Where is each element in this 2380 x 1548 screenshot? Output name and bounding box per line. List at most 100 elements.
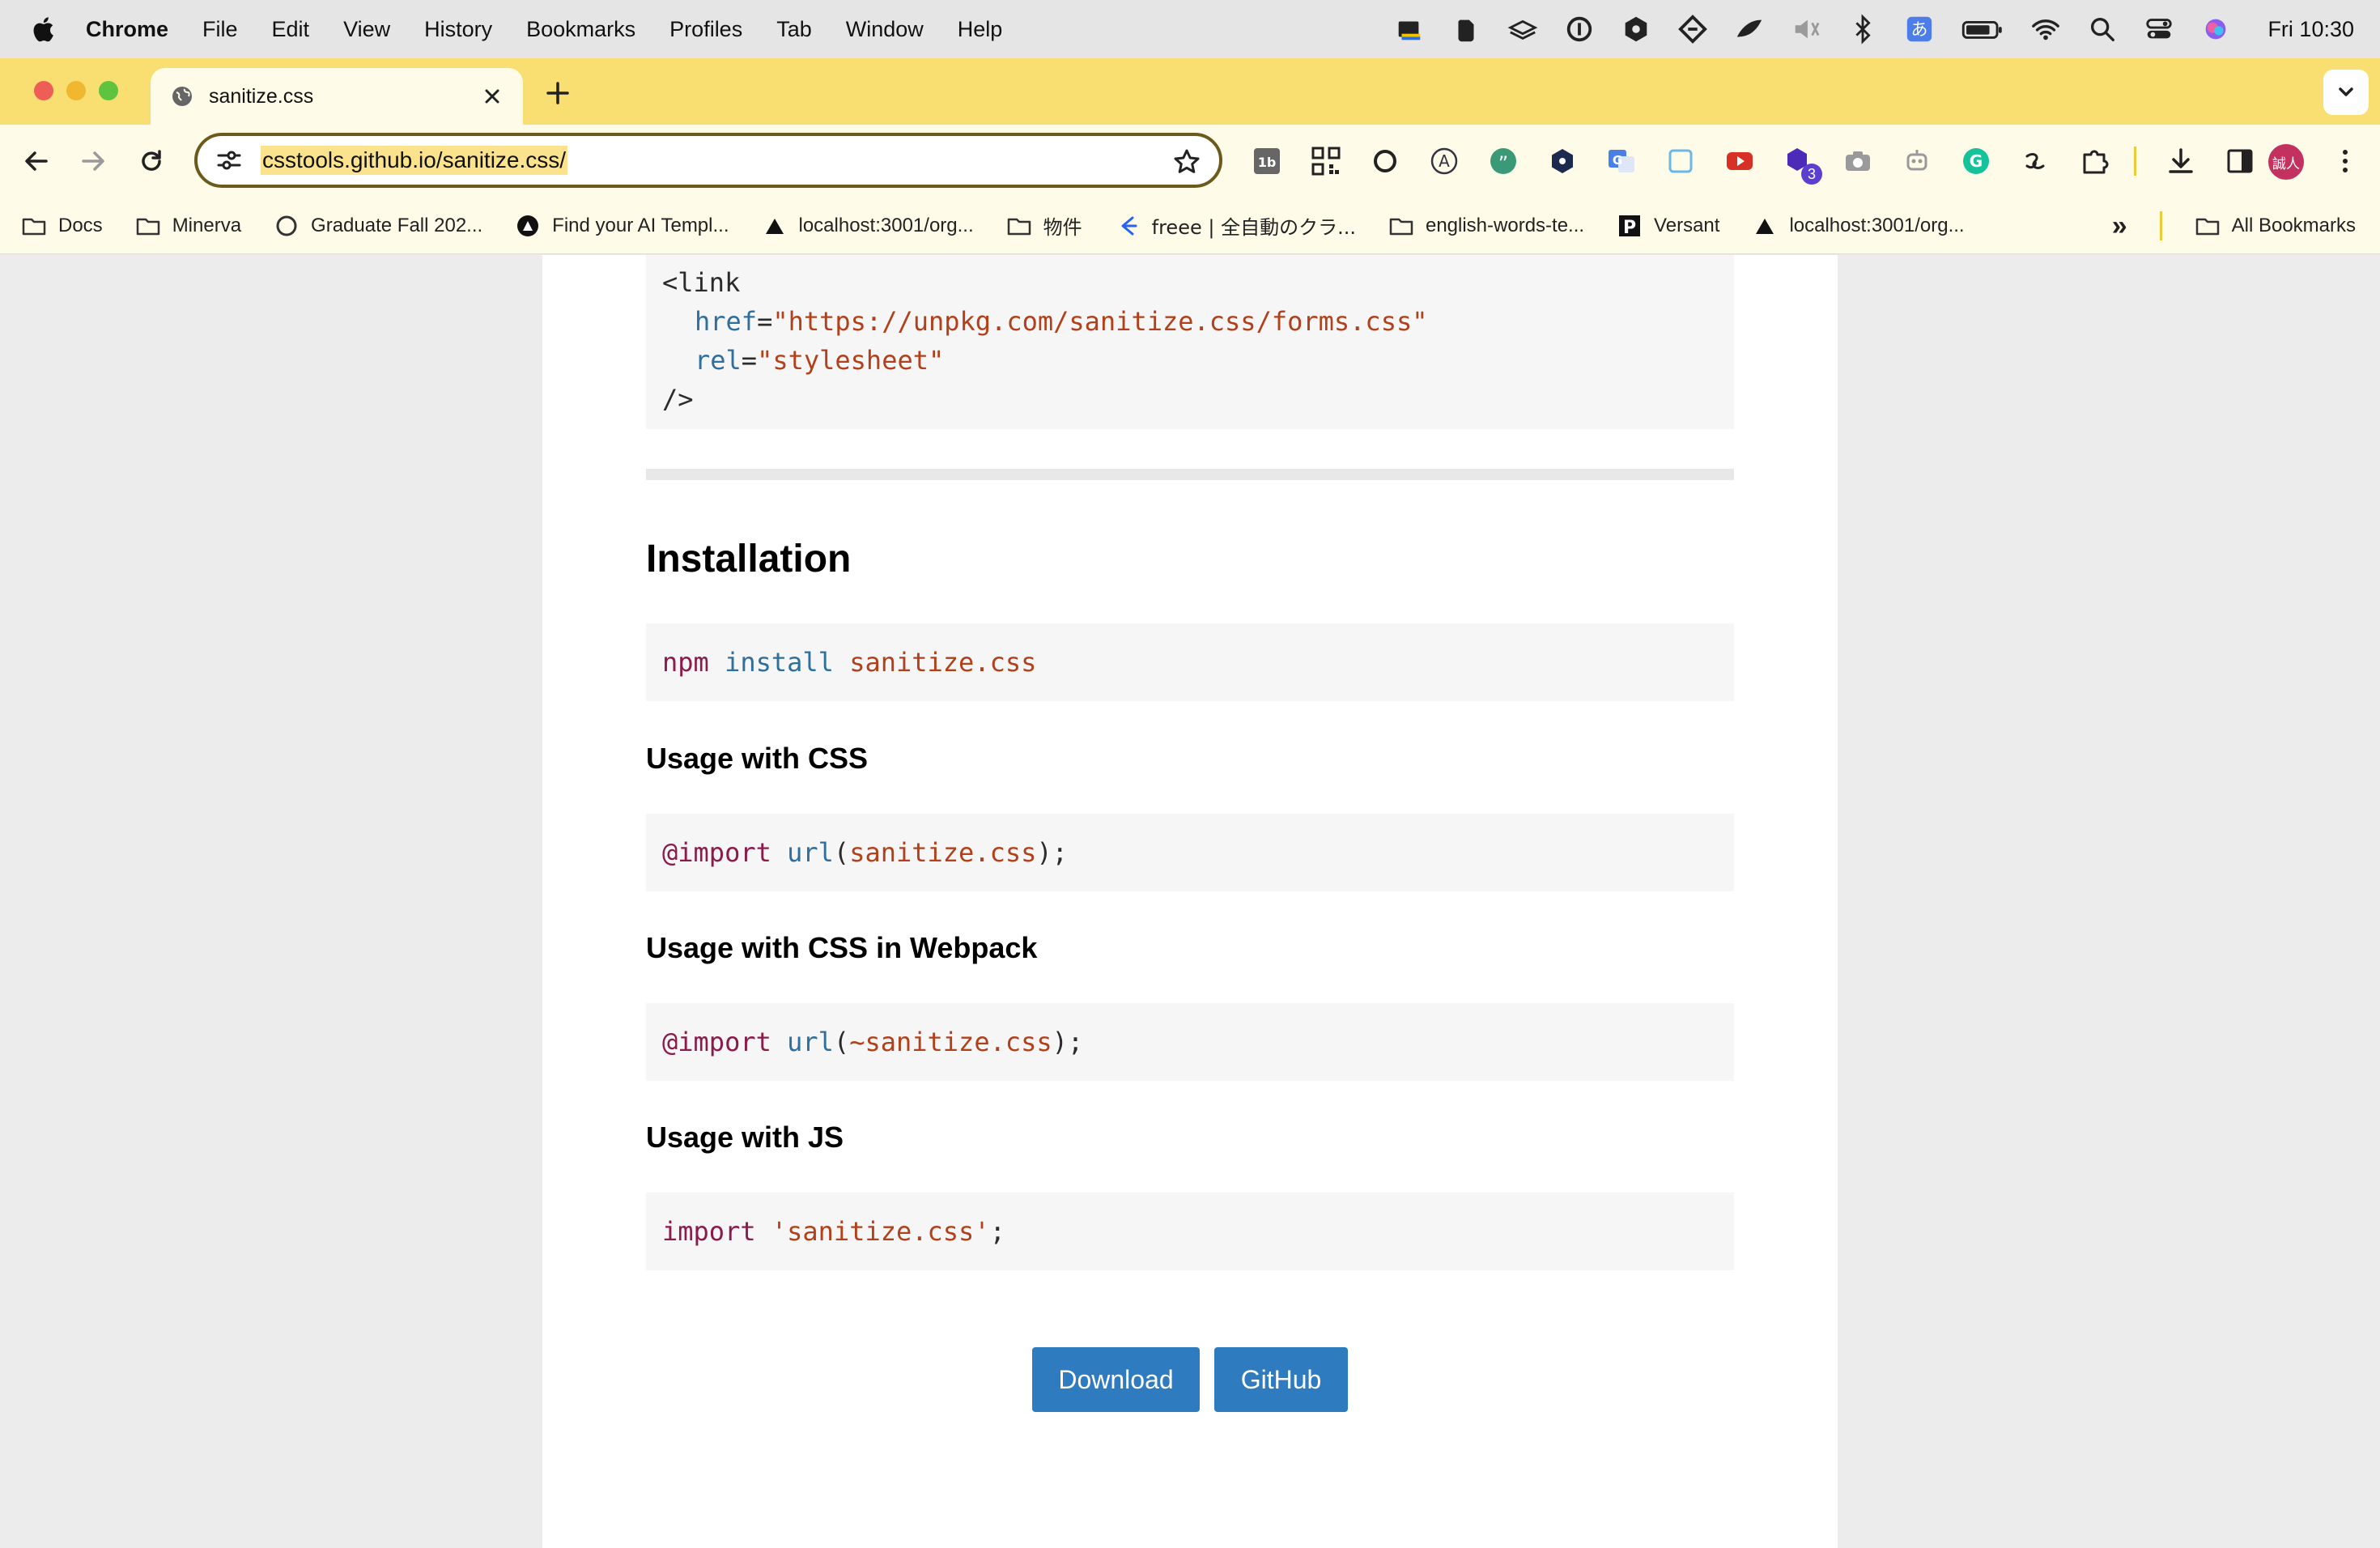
bookmark-english-words[interactable]: english-words-te... <box>1388 213 1584 239</box>
diamond-app-icon[interactable] <box>1677 13 1709 45</box>
code-token: url <box>787 837 834 868</box>
tab-active[interactable]: sanitize.css <box>151 68 523 125</box>
onepassword-icon[interactable] <box>1563 13 1596 45</box>
tab-search-button[interactable] <box>2323 70 2369 115</box>
drive-sync-icon[interactable] <box>1393 13 1426 45</box>
bookmark-graduate[interactable]: Graduate Fall 202... <box>274 213 482 239</box>
site-settings-icon[interactable] <box>215 147 243 174</box>
swirl-extension-icon[interactable] <box>2015 141 2055 181</box>
bookmarks-overflow-button[interactable]: » <box>2112 211 2127 242</box>
apple-logo-icon[interactable] <box>31 15 55 43</box>
bookmark-label: Minerva <box>172 214 242 236</box>
tab-close-icon[interactable] <box>481 85 504 108</box>
forward-button[interactable] <box>74 142 112 180</box>
grammarly-icon[interactable]: G <box>1956 141 1996 181</box>
bookmark-ai-templates[interactable]: Find your AI Templ... <box>515 213 729 239</box>
wifi-icon[interactable] <box>2029 13 2062 45</box>
chrome-menu-button[interactable] <box>2327 142 2364 180</box>
control-center-icon[interactable] <box>2143 13 2175 45</box>
more-vertical-icon <box>2343 150 2348 172</box>
bookmarks-divider <box>2159 211 2162 240</box>
side-panel-icon[interactable] <box>2220 141 2260 181</box>
menu-app-chrome[interactable]: Chrome <box>86 17 168 42</box>
svg-text:”: ” <box>1498 152 1508 175</box>
arrow-left-icon <box>25 151 48 171</box>
download-button[interactable]: Download <box>1032 1347 1200 1412</box>
speaker-muted-icon[interactable] <box>1790 13 1822 45</box>
folder-icon <box>1389 218 1413 235</box>
camera-icon[interactable] <box>1838 141 1878 181</box>
heading-usage-css: Usage with CSS <box>646 742 869 775</box>
profile-avatar[interactable]: 誠人 <box>2268 144 2304 180</box>
menu-profiles[interactable]: Profiles <box>669 17 742 42</box>
qr-code-icon[interactable] <box>1306 141 1346 181</box>
square-outline-icon[interactable] <box>1660 141 1701 181</box>
extension-1b-icon[interactable]: 1b <box>1247 141 1287 181</box>
new-tab-plus-icon[interactable] <box>544 79 572 107</box>
bookmark-localhost-2[interactable]: localhost:3001/org... <box>1752 213 1965 239</box>
bookmark-versant[interactable]: P Versant <box>1617 213 1719 239</box>
address-bar[interactable]: csstools.github.io/sanitize.css/ <box>194 133 1222 188</box>
ring-logo-icon[interactable] <box>1365 141 1405 181</box>
window-close-button[interactable] <box>34 81 53 100</box>
back-button[interactable] <box>18 142 55 180</box>
hexagon-app-icon[interactable] <box>1620 13 1652 45</box>
github-button[interactable]: GitHub <box>1214 1347 1348 1412</box>
battery-icon[interactable] <box>1960 13 2005 45</box>
extension-badge-count: 3 <box>1801 164 1822 185</box>
svg-text:G: G <box>1970 151 1983 171</box>
download-icon[interactable] <box>2161 141 2201 181</box>
layers-icon[interactable] <box>1507 13 1539 45</box>
menu-window[interactable]: Window <box>846 17 924 42</box>
svg-text:P: P <box>1623 218 1636 238</box>
window-zoom-button[interactable] <box>99 81 118 100</box>
url-text[interactable]: csstools.github.io/sanitize.css/ <box>261 146 568 175</box>
code-token-string: ~sanitize.css <box>849 1027 1052 1057</box>
code-token: npm <box>662 647 709 678</box>
siri-icon[interactable] <box>2199 13 2232 45</box>
bookmark-label: Versant <box>1654 214 1720 236</box>
youtube-icon[interactable] <box>1719 141 1760 181</box>
code-line: /> <box>662 380 1718 419</box>
bookmark-freee[interactable]: freee | 全自動のクラ... <box>1115 211 1356 240</box>
code-token: <link <box>662 267 741 298</box>
bookmark-docs[interactable]: Docs <box>21 213 103 239</box>
robot-icon[interactable] <box>1897 141 1937 181</box>
all-bookmarks-button[interactable]: All Bookmarks <box>2195 213 2356 239</box>
all-bookmarks-label: All Bookmarks <box>2231 215 2356 236</box>
bookmark-localhost-1[interactable]: localhost:3001/org... <box>762 213 974 239</box>
input-method-icon[interactable]: あ <box>1903 13 1936 45</box>
toolbar-divider <box>2133 141 2136 181</box>
menu-tab[interactable]: Tab <box>776 17 812 42</box>
reload-button[interactable] <box>133 142 170 180</box>
google-translate-icon[interactable]: G <box>1601 141 1642 181</box>
hexagon-extension-icon[interactable] <box>1542 141 1583 181</box>
evernote-icon[interactable] <box>1450 13 1482 45</box>
puzzle-extensions-icon[interactable] <box>2074 141 2114 181</box>
menu-bar-clock[interactable]: Fri 10:30 <box>2267 17 2354 42</box>
menu-help[interactable]: Help <box>958 17 1003 42</box>
code-token-string: "stylesheet" <box>757 345 945 376</box>
bookmark-label: Find your AI Templ... <box>552 214 729 236</box>
menu-bookmarks[interactable]: Bookmarks <box>526 17 635 42</box>
bookmark-label: localhost:3001/org... <box>798 214 974 236</box>
feather-app-icon[interactable] <box>1733 13 1766 45</box>
menu-file[interactable]: File <box>202 17 238 42</box>
bookmark-star-icon[interactable] <box>1172 147 1201 176</box>
triangle-icon <box>1756 218 1774 234</box>
code-token: @import <box>662 837 771 868</box>
purple-hexagon-icon[interactable]: 3 <box>1779 141 1822 185</box>
quote-bubble-icon[interactable]: ” <box>1483 141 1524 181</box>
menu-view[interactable]: View <box>343 17 390 42</box>
folder-icon <box>1007 218 1031 235</box>
bookmark-minerva[interactable]: Minerva <box>135 213 241 239</box>
code-token: @import <box>662 1027 771 1057</box>
window-minimize-button[interactable] <box>66 81 86 100</box>
code-block-usage-webpack: @import url(~sanitize.css); <box>646 1003 1734 1081</box>
menu-history[interactable]: History <box>424 17 492 42</box>
bluetooth-icon[interactable] <box>1847 13 1879 45</box>
grammar-a-icon[interactable]: A <box>1424 141 1464 181</box>
menu-edit[interactable]: Edit <box>272 17 310 42</box>
spotlight-search-icon[interactable] <box>2086 13 2119 45</box>
bookmark-bukken[interactable]: 物件 <box>1006 211 1082 240</box>
